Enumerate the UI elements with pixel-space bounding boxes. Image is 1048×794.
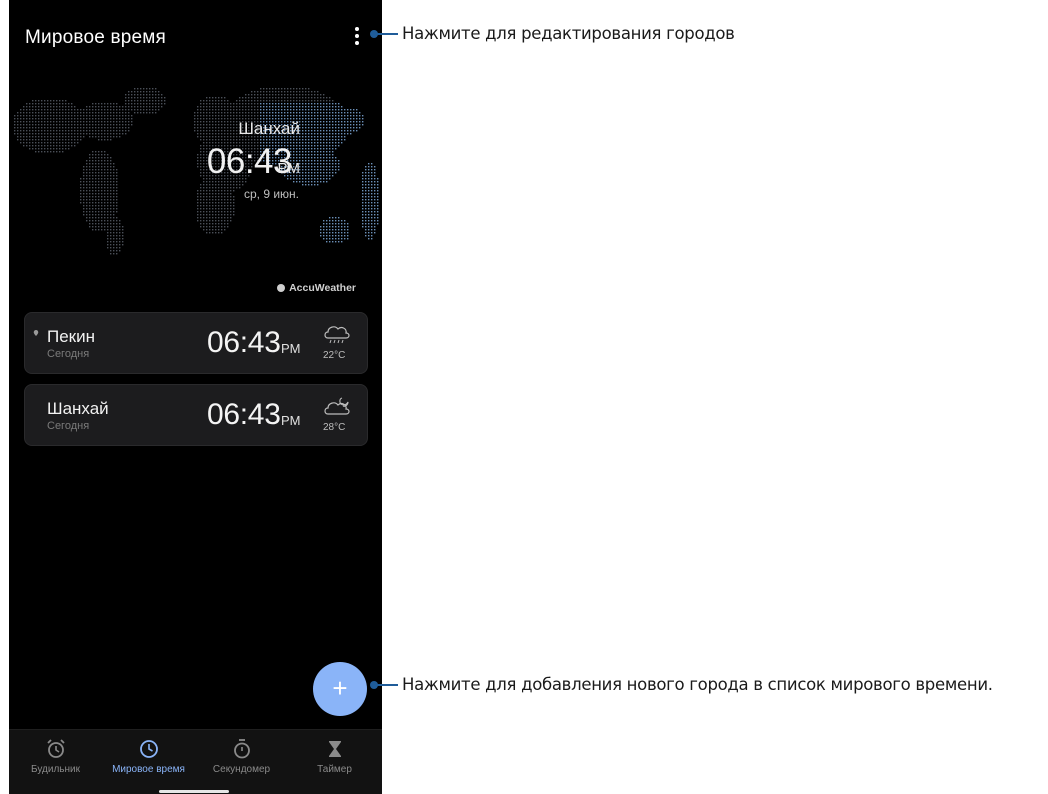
hero-city-name: Шанхай: [238, 119, 300, 138]
accuweather-logo-icon: [277, 284, 286, 292]
city-time: 06:43: [207, 326, 281, 359]
nav-label-timer: Таймер: [317, 764, 352, 775]
home-indicator: [159, 790, 229, 793]
callout-edit-line: [374, 33, 398, 35]
city-card-0[interactable]: Пекин Сегодня 06:43 PM 22°C: [24, 312, 368, 374]
rain-cloud-icon: [324, 326, 350, 344]
accuweather-attribution[interactable]: AccuWeather: [277, 282, 356, 294]
hourglass-icon: [328, 741, 341, 757]
world-map: Шанхай 06:43 PM ср, 9 июн. AccuWeather: [9, 80, 382, 298]
city-time: 06:43: [207, 398, 281, 431]
clock-icon: [139, 740, 158, 758]
city-name: Пекин: [47, 327, 95, 346]
city-card-1[interactable]: Шанхай Сегодня 06:43 PM 28°C: [24, 384, 368, 446]
city-name: Шанхай: [47, 399, 109, 418]
hero-ampm: PM: [277, 160, 301, 177]
callout-add-line: [374, 684, 398, 686]
partly-cloudy-night-icon: [324, 397, 350, 415]
city-day: Сегодня: [47, 420, 90, 432]
nav-item-stopwatch[interactable]: Секундомер: [195, 738, 288, 775]
city-temperature: 22°C: [323, 350, 346, 361]
callout-add-text: Нажмите для добавления нового города в с…: [402, 675, 993, 694]
location-pin-icon: [33, 330, 39, 336]
bottom-navigation: Будильник Мировое время Секундомер Тайме…: [9, 729, 382, 794]
plus-icon: +: [332, 673, 348, 703]
world-map-dots: [14, 88, 379, 255]
city-ampm: PM: [281, 413, 301, 428]
nav-item-timer[interactable]: Таймер: [288, 738, 381, 775]
nav-item-alarm[interactable]: Будильник: [9, 738, 102, 775]
accuweather-label: AccuWeather: [289, 282, 356, 294]
alarm-clock-icon: [46, 739, 65, 758]
city-day: Сегодня: [47, 348, 90, 360]
nav-label-alarm: Будильник: [31, 764, 80, 775]
add-city-button[interactable]: +: [313, 662, 367, 716]
app-bar: Мировое время: [9, 0, 382, 76]
phone-screen: Мировое время Шанхай 06:43 PM ср, 9 июн.…: [9, 0, 382, 794]
stopwatch-icon: [233, 739, 250, 759]
nav-label-world-clock: Мировое время: [112, 764, 185, 775]
more-options-icon[interactable]: [352, 26, 362, 48]
city-temperature: 28°C: [323, 422, 346, 433]
nav-item-world-clock[interactable]: Мировое время: [102, 738, 195, 775]
city-ampm: PM: [281, 341, 301, 356]
hero-date: ср, 9 июн.: [243, 187, 299, 201]
nav-label-stopwatch: Секундомер: [212, 764, 271, 775]
page-title: Мировое время: [25, 27, 167, 48]
callout-edit-text: Нажмите для редактирования городов: [402, 24, 735, 43]
